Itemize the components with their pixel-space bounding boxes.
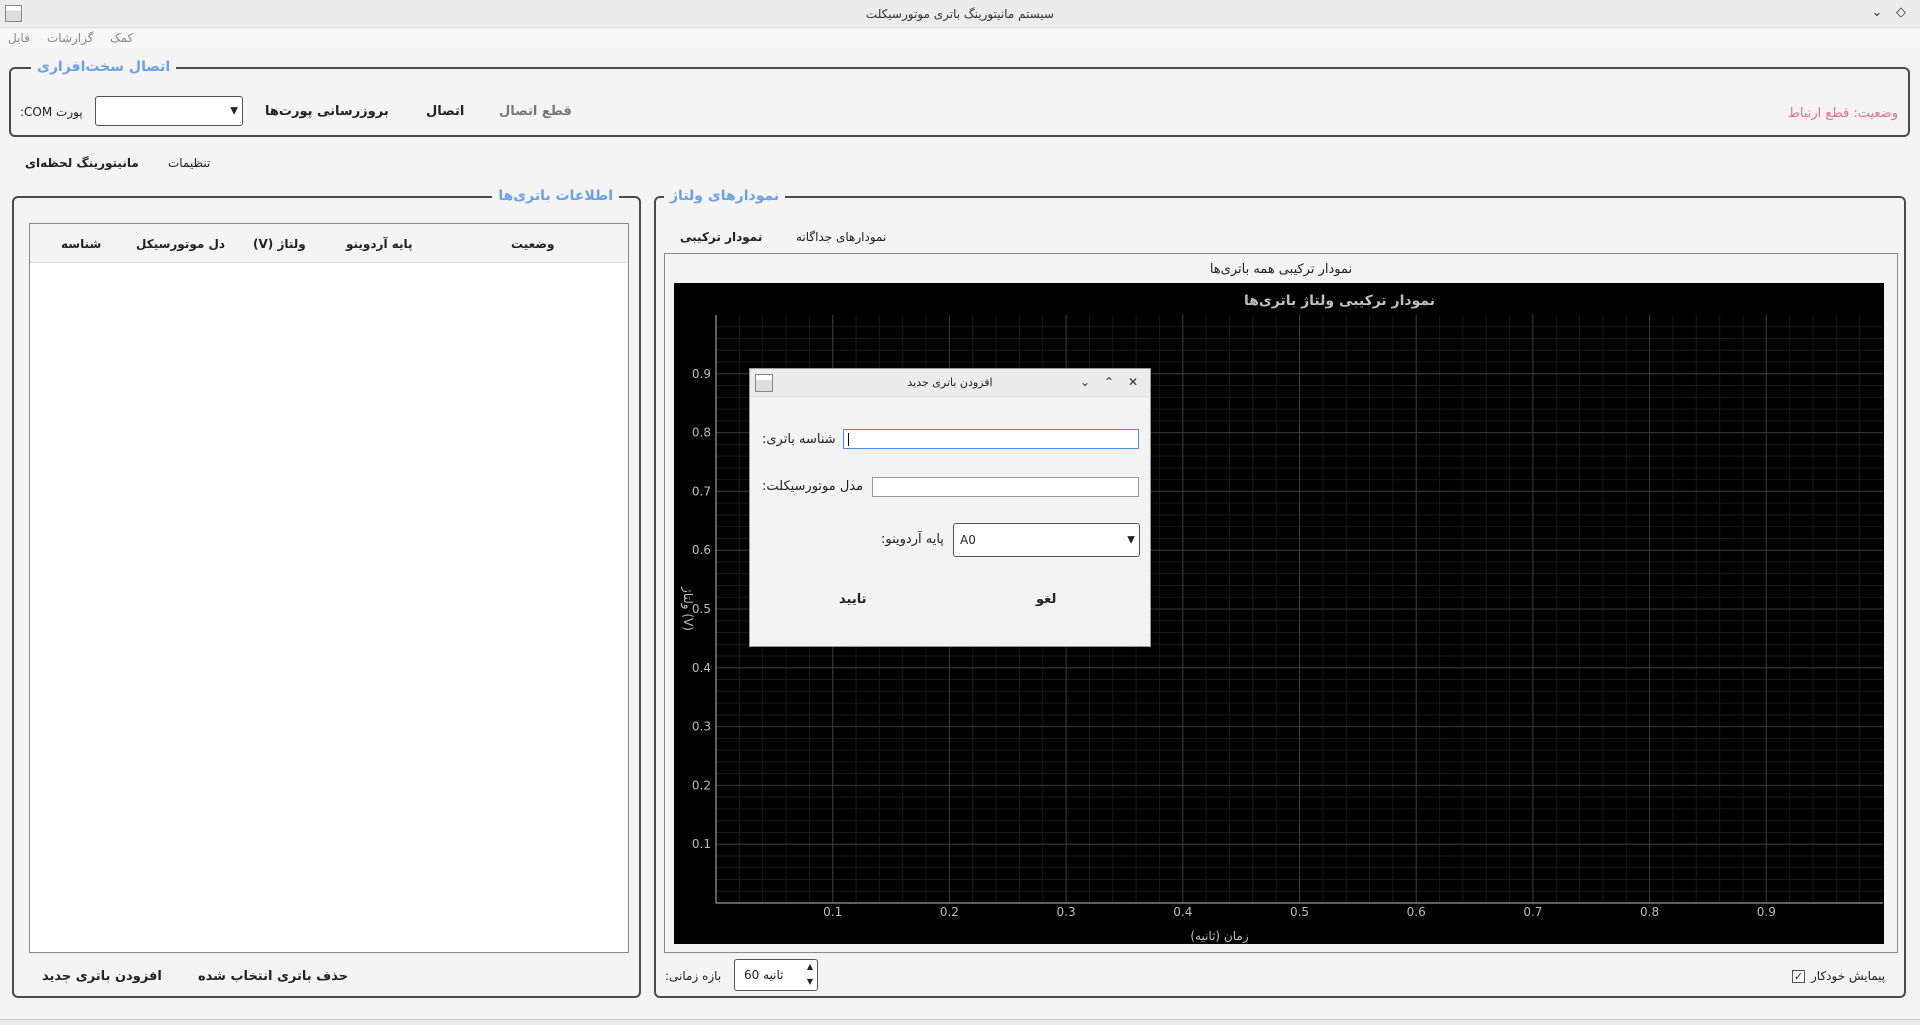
voltage-charts-title: نمودارهای ولتاژ <box>664 188 786 204</box>
delete-battery-button[interactable]: حذف باتری انتخاب شده <box>198 969 348 984</box>
spin-up-icon[interactable]: ▲ <box>807 962 813 971</box>
maximize-icon[interactable]: ◇ <box>1892 4 1910 22</box>
y-tick-label: 0.3 <box>692 720 711 734</box>
hardware-connection-title: اتصال سخت‌افزاری <box>31 59 177 75</box>
x-tick-label: 0.4 <box>1173 905 1192 919</box>
chart-title: نمودار ترکیبی ولتاژ باتری‌ها <box>1244 293 1435 309</box>
y-tick-label: 0.7 <box>692 484 711 498</box>
connect-button[interactable]: اتصال <box>426 104 464 119</box>
time-window-value: 60 ثانیه <box>744 968 784 982</box>
window-titlebar: سیستم مانیتورینگ باتری موتورسیکلت ⌄ ◇ <box>0 0 1920 28</box>
battery-id-input[interactable] <box>843 429 1139 449</box>
battery-info-group: اطلاعات باتری‌ها شناسه دل موتورسیکل (V) … <box>12 188 641 998</box>
col-arduino-pin[interactable]: پایه آردوینو <box>346 237 413 251</box>
hardware-connection-group: اتصال سخت‌افزاری وضعیت: قطع ارتباط قطع ا… <box>9 59 1910 137</box>
chart-panel-title: نمودار ترکیبی همه باتری‌ها <box>1209 262 1353 277</box>
x-tick-label: 0.9 <box>1757 905 1776 919</box>
y-axis-label: ولتاژ (V) <box>680 586 695 631</box>
arduino-pin-value: A0 <box>960 533 976 547</box>
com-port-select[interactable]: ▼ <box>95 96 243 126</box>
dialog-cancel-button[interactable]: لغو <box>1036 592 1056 607</box>
arduino-pin-select[interactable]: A0 ▼ <box>953 523 1140 557</box>
battery-table[interactable]: شناسه دل موتورسیکل (V) ولتاژ پایه آردوین… <box>29 223 629 953</box>
menu-file[interactable]: فایل <box>8 31 30 45</box>
status-bar <box>0 1019 1920 1025</box>
battery-info-title: اطلاعات باتری‌ها <box>492 188 619 204</box>
time-window-spinbox[interactable]: 60 ثانیه ▲ ▼ <box>734 959 818 991</box>
motorcycle-model-input[interactable] <box>872 477 1139 497</box>
y-tick-label: 0.1 <box>692 837 711 851</box>
connection-status: وضعیت: قطع ارتباط <box>1787 106 1898 121</box>
battery-id-label: شناسه باتری: <box>762 432 836 447</box>
minimize-icon[interactable]: ⌄ <box>1868 4 1886 22</box>
y-tick-label: 0.2 <box>692 778 711 792</box>
battery-table-header: شناسه دل موتورسیکل (V) ولتاژ پایه آردوین… <box>30 224 628 263</box>
col-motorcycle-model[interactable]: دل موتورسیکل <box>136 237 225 251</box>
disconnect-button[interactable]: قطع اتصال <box>499 104 572 119</box>
dialog-minimize-icon[interactable]: ⌄ <box>1076 373 1094 391</box>
tab-realtime-monitoring[interactable]: مانیتورینگ لحظه‌ای <box>25 156 139 170</box>
autoscroll-checkbox[interactable]: ✓ <box>1792 970 1805 983</box>
y-tick-label: 0.9 <box>692 367 711 381</box>
tab-settings[interactable]: تنظیمات <box>168 156 210 170</box>
tab-combined-chart[interactable]: نمودار ترکیبی <box>680 230 762 244</box>
com-port-label: پورت COM: <box>20 105 83 119</box>
dialog-close-icon[interactable]: ✕ <box>1124 373 1142 391</box>
col-id[interactable]: شناسه <box>61 237 101 251</box>
menu-help[interactable]: کمک <box>110 31 133 45</box>
y-tick-label: 0.4 <box>692 661 711 675</box>
x-axis-label: زمان (ثانیه) <box>1190 929 1248 944</box>
dialog-titlebar: افزودن باتری جدید ⌄ ⌃ ✕ <box>750 369 1150 397</box>
x-tick-label: 0.8 <box>1640 905 1659 919</box>
x-tick-label: 0.5 <box>1290 905 1309 919</box>
autoscroll-label: پیمایش خودکار <box>1811 969 1886 983</box>
menu-bar: فایل گزارشات کمک <box>0 28 1920 48</box>
add-battery-button[interactable]: افزودن باتری جدید <box>42 969 162 984</box>
dialog-ok-button[interactable]: تایید <box>839 592 866 607</box>
motorcycle-model-label: مدل موتورسیکلت: <box>762 479 864 494</box>
y-tick-label: 0.8 <box>692 426 711 440</box>
menu-reports[interactable]: گزارشات <box>47 31 93 45</box>
tab-separate-charts[interactable]: نمودارهای جداگانه <box>796 230 886 244</box>
text-caret <box>848 433 849 446</box>
check-icon: ✓ <box>1793 970 1804 983</box>
arduino-pin-label: پایه آردوینو: <box>881 532 944 547</box>
x-tick-label: 0.1 <box>823 905 842 919</box>
col-voltage[interactable]: (V) ولتاژ <box>253 237 306 251</box>
dialog-maximize-icon[interactable]: ⌃ <box>1100 373 1118 391</box>
add-battery-dialog: افزودن باتری جدید ⌄ ⌃ ✕ شناسه باتری: مدل… <box>749 368 1151 647</box>
x-tick-label: 0.7 <box>1523 905 1542 919</box>
chevron-down-icon: ▼ <box>230 105 238 117</box>
time-window-label: بازه زمانی: <box>665 969 722 983</box>
x-tick-label: 0.2 <box>940 905 959 919</box>
x-tick-label: 0.6 <box>1407 905 1426 919</box>
window-title: سیستم مانیتورینگ باتری موتورسیکلت <box>865 7 1055 21</box>
chevron-down-icon: ▼ <box>1127 534 1135 546</box>
col-status[interactable]: وضعیت <box>511 237 554 251</box>
y-tick-label: 0.6 <box>692 543 711 557</box>
refresh-ports-button[interactable]: بروزرسانی پورت‌ها <box>265 104 389 119</box>
spin-down-icon[interactable]: ▼ <box>807 977 813 986</box>
x-tick-label: 0.3 <box>1057 905 1076 919</box>
